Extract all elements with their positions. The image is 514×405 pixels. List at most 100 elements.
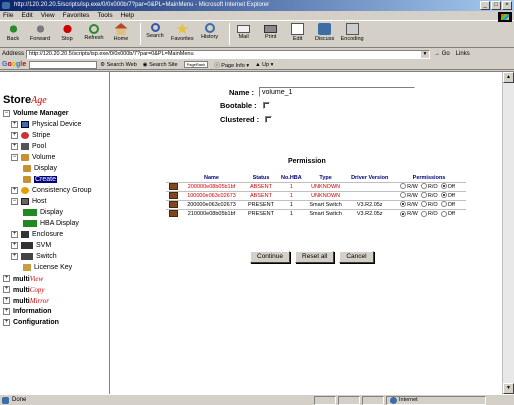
permission-radio-option[interactable]: Off (440, 201, 455, 208)
expand-icon[interactable]: + (3, 308, 10, 315)
radio-button[interactable] (440, 192, 447, 199)
permission-radio-option[interactable]: R/O (420, 192, 438, 199)
menu-tools[interactable]: Tools (97, 12, 112, 19)
tree-consistency-group[interactable]: + Consistency Group (3, 185, 92, 196)
tree-volume-manager[interactable]: − Volume Manager (3, 108, 92, 119)
continue-button[interactable]: Continue (250, 251, 291, 263)
collapse-icon[interactable]: − (11, 198, 18, 205)
tree-host-display[interactable]: Display (3, 207, 92, 218)
expand-icon[interactable]: + (11, 253, 18, 260)
permission-radio-option[interactable]: R/O (420, 210, 438, 217)
radio-button[interactable] (420, 210, 427, 217)
menu-view[interactable]: View (41, 12, 55, 19)
tree-license-key[interactable]: License Key (3, 262, 92, 273)
expand-icon[interactable]: + (11, 231, 18, 238)
menu-help[interactable]: Help (121, 12, 134, 19)
tree-stripe[interactable]: + Stripe (3, 130, 92, 141)
expand-icon[interactable]: + (11, 187, 18, 194)
address-input[interactable]: http://120.20.20.5/scripts/isp.exe/0/0x0… (26, 49, 431, 59)
google-search-input[interactable] (29, 60, 98, 69)
collapse-icon[interactable]: − (11, 154, 18, 161)
radio-button[interactable] (440, 183, 447, 190)
stop-button[interactable]: Stop (56, 23, 78, 42)
maximize-button[interactable]: □ (491, 1, 501, 10)
links-button[interactable]: Links (456, 51, 470, 57)
expand-icon[interactable]: + (11, 143, 18, 150)
encoding-button[interactable]: Encoding (341, 23, 364, 42)
permission-radio-option[interactable]: R/W (400, 192, 418, 199)
tree-configuration[interactable]: + Configuration (3, 317, 92, 328)
up-button[interactable]: ▲ Up ▾ (255, 62, 273, 68)
permission-radio-option[interactable]: R/O (420, 183, 438, 190)
tree-host[interactable]: − Host (3, 196, 92, 207)
edit-button[interactable]: Edit (287, 23, 309, 42)
back-button[interactable]: Back (2, 23, 24, 42)
radio-button[interactable] (400, 192, 407, 199)
permission-radio-option[interactable]: R/W (400, 210, 418, 217)
expand-icon[interactable]: + (11, 242, 18, 249)
page-info-button[interactable]: ⓘ Page Info ▾ (214, 61, 249, 69)
tree-multi-mirror[interactable]: + multiMirror (3, 295, 92, 306)
cancel-button[interactable]: Cancel (339, 251, 374, 263)
radio-button[interactable] (400, 183, 407, 190)
bootable-checkbox[interactable] (262, 102, 270, 109)
scroll-up-icon[interactable]: ▲ (503, 72, 514, 83)
permission-radio-option[interactable]: Off (440, 192, 455, 199)
expand-icon[interactable]: + (3, 297, 10, 304)
tree-hba-display[interactable]: HBA Display (3, 218, 92, 229)
tree-volume[interactable]: − Volume (3, 152, 92, 163)
menu-file[interactable]: File (3, 12, 13, 19)
radio-button[interactable] (440, 201, 447, 208)
radio-button[interactable] (440, 210, 447, 217)
menu-favorites[interactable]: Favorites (63, 12, 90, 19)
title-bar: http://120.20.20.5/scripts/isp.exe/0/0x0… (0, 0, 514, 11)
scroll-down-icon[interactable]: ▼ (503, 383, 514, 394)
tree-svm[interactable]: + SVM (3, 240, 92, 251)
search-web-button[interactable]: ⚙ Search Web (100, 62, 137, 68)
permission-radio-option[interactable]: R/O (420, 201, 438, 208)
tree-multi-view[interactable]: + multiView (3, 273, 92, 284)
collapse-icon[interactable]: − (3, 110, 10, 117)
radio-button[interactable] (400, 201, 407, 208)
tree-pool[interactable]: + Pool (3, 141, 92, 152)
discuss-button[interactable]: Discuss (314, 23, 336, 42)
vertical-scrollbar[interactable]: ▲ ▼ (502, 72, 514, 394)
search-site-button[interactable]: ◉ Search Site (143, 62, 178, 68)
mail-button[interactable]: Mail (233, 23, 255, 40)
permission-radio-option[interactable]: Off (440, 183, 455, 190)
menu-edit[interactable]: Edit (21, 12, 32, 19)
tree-multi-copy[interactable]: + multiCopy (3, 284, 92, 295)
permission-radio-option[interactable]: R/W (400, 183, 418, 190)
tree-volume-create[interactable]: Create (3, 174, 92, 185)
tree-information[interactable]: + Information (3, 306, 92, 317)
radio-button[interactable] (420, 192, 427, 199)
tree-physical-device[interactable]: + Physical Device (3, 119, 92, 130)
radio-button[interactable] (400, 210, 407, 217)
expand-icon[interactable]: + (11, 132, 18, 139)
volume-name-input[interactable] (259, 87, 416, 97)
expand-icon[interactable]: + (3, 319, 10, 326)
home-button[interactable]: Home (110, 23, 132, 42)
minimize-button[interactable]: _ (480, 1, 490, 10)
tree-switch[interactable]: + Switch (3, 251, 92, 262)
print-button[interactable]: Print (260, 23, 282, 40)
search-button[interactable]: Search (144, 23, 166, 39)
expand-icon[interactable]: + (3, 275, 10, 282)
permission-radio-option[interactable]: Off (440, 210, 455, 217)
forward-button[interactable]: Forward (29, 23, 51, 42)
favorites-button[interactable]: Favorites (171, 23, 194, 42)
radio-button[interactable] (420, 183, 427, 190)
expand-icon[interactable]: + (11, 121, 18, 128)
tree-enclosure[interactable]: + Enclosure (3, 229, 92, 240)
refresh-button[interactable]: Refresh (83, 23, 105, 41)
clustered-checkbox[interactable] (265, 116, 273, 123)
reset-all-button[interactable]: Reset all (295, 251, 335, 263)
go-button[interactable]: → Go (434, 51, 450, 57)
tree-volume-display[interactable]: Display (3, 163, 92, 174)
history-button[interactable]: History (199, 23, 221, 40)
expand-icon[interactable]: + (3, 286, 10, 293)
address-dropdown-icon[interactable]: ▼ (421, 50, 430, 58)
close-button[interactable]: × (502, 1, 512, 10)
radio-button[interactable] (420, 201, 427, 208)
permission-radio-option[interactable]: R/W (400, 201, 418, 208)
